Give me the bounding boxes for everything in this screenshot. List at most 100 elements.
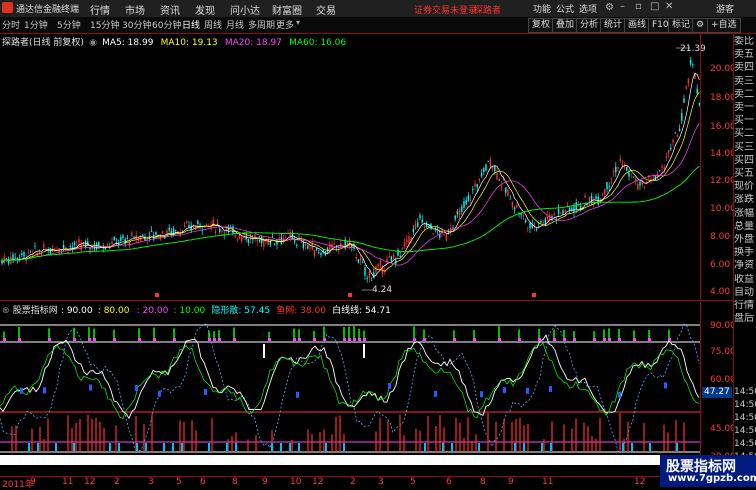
- ind-y-tick: 75.00: [710, 347, 736, 357]
- menu-zixun[interactable]: 资讯: [160, 2, 180, 17]
- candle-body: [241, 236, 243, 242]
- guest-user[interactable]: 游客: [716, 2, 734, 15]
- candle-body: [205, 224, 208, 226]
- top-magenta-dot: [73, 338, 76, 341]
- menu-gongneng[interactable]: 功能: [533, 2, 551, 15]
- ma60-value: MA60: 16.06: [289, 38, 347, 48]
- candle-body: [489, 159, 492, 168]
- fuquan-button[interactable]: 复权: [528, 18, 555, 33]
- y-tick: 18.00: [710, 93, 736, 103]
- candle-body: [40, 253, 43, 256]
- top-magenta-dot: [668, 338, 671, 341]
- candle-body: [678, 128, 681, 132]
- quote-item: 换手: [734, 247, 754, 259]
- maximize-icon[interactable]: ▫: [635, 1, 642, 12]
- indicator-chart[interactable]: [0, 302, 700, 476]
- candle-body: [392, 254, 395, 258]
- candle-body: [366, 278, 368, 279]
- candle-body: [412, 228, 415, 233]
- restore-icon[interactable]: □: [650, 1, 659, 12]
- period-monthly[interactable]: 月线: [226, 18, 244, 31]
- date-tick: 11: [62, 477, 74, 487]
- candle-body: [29, 251, 32, 253]
- menu-hangqing[interactable]: 行情: [90, 2, 110, 17]
- period-more[interactable]: 更多: [276, 18, 294, 31]
- candle-body: [509, 198, 511, 200]
- candle-body: [439, 234, 441, 238]
- quote-item[interactable]: 盘后: [734, 313, 756, 325]
- add-watchlist-button[interactable]: +自选: [707, 18, 741, 33]
- candle-body: [401, 248, 404, 250]
- candle-body: [69, 246, 71, 248]
- period-15min[interactable]: 15分钟: [90, 18, 119, 31]
- quote-item: 买一: [734, 115, 754, 127]
- minimize-icon[interactable]: –: [620, 1, 625, 12]
- indicator-close-icon[interactable]: ⊗: [2, 306, 10, 316]
- settings-icon[interactable]: ⚙: [605, 2, 614, 13]
- y-tick: 12.00: [710, 176, 736, 186]
- level-90: : 90.00: [60, 306, 93, 316]
- cyan-bar: [172, 443, 174, 451]
- candle-body: [511, 201, 514, 208]
- quote-item[interactable]: 行情: [734, 300, 756, 312]
- top-magenta-dot: [88, 338, 91, 341]
- period-weekly[interactable]: 周线: [204, 18, 222, 31]
- top-magenta-dot: [603, 338, 606, 341]
- candle-body: [111, 241, 113, 244]
- menu-wenxiaoda[interactable]: 问小达: [230, 2, 260, 17]
- tongji-button[interactable]: 统计: [600, 18, 627, 33]
- main-chart-area[interactable]: 探路者(日线 前复权) ◉ MA5: 18.99 MA10: 19.13 MA2…: [0, 34, 706, 300]
- candle-body: [377, 264, 379, 267]
- kline-chart[interactable]: [0, 34, 700, 300]
- cyan-bar: [55, 443, 57, 451]
- tick-time: 14:50: [734, 400, 756, 410]
- info-icon[interactable]: ◉: [89, 38, 97, 48]
- diejia-button[interactable]: 叠加: [552, 18, 579, 33]
- period-30min[interactable]: 30分钟: [122, 18, 151, 31]
- menu-faxian[interactable]: 发现: [195, 2, 215, 17]
- indicator-y-axis: 90.00 75.00 60.00 45.00 30.00 47.27: [700, 302, 736, 476]
- candle-body: [672, 139, 674, 143]
- period-fenshi[interactable]: 分时: [2, 18, 20, 31]
- huaxian-button[interactable]: 画线: [624, 18, 651, 33]
- top-magenta-dot: [313, 338, 316, 341]
- indicator-name: 股票指标网: [12, 306, 58, 316]
- candle-body: [161, 231, 164, 234]
- menu-xuanxiang[interactable]: 选项: [579, 2, 597, 15]
- settings-small-icon[interactable]: ⚙: [692, 18, 709, 33]
- login-warning[interactable]: 证券交易未登录: [414, 3, 477, 16]
- blue-marker: [664, 382, 667, 389]
- menu-bar: 通达信金融终端 行情 市场 资讯 发现 问小达 财富圈 交易 证券交易未登录 探…: [0, 0, 756, 18]
- candle-body: [359, 257, 362, 261]
- period-1min[interactable]: 1分钟: [24, 18, 48, 31]
- date-tick: 12: [634, 477, 646, 487]
- candle-body: [397, 249, 399, 256]
- period-5min[interactable]: 5分钟: [57, 18, 81, 31]
- close-icon[interactable]: ✕: [665, 1, 673, 12]
- menu-gongshi[interactable]: 公式: [556, 2, 574, 15]
- candle-body: [553, 213, 555, 216]
- period-multi[interactable]: 多周期: [248, 18, 275, 31]
- ma20-value: MA20: 18.97: [224, 38, 282, 48]
- date-axis: 2011年 9 11 12 2 3 5 6 8 9 10 12 2 3 5 6 8 9 11 12: [0, 476, 733, 490]
- candle-body: [309, 247, 311, 249]
- period-daily[interactable]: 日线: [182, 18, 200, 31]
- menu-caifuquan[interactable]: 财富圈: [272, 2, 302, 17]
- candle-body: [368, 271, 371, 278]
- menu-shichang[interactable]: 市场: [125, 2, 145, 17]
- candle-body: [610, 181, 613, 183]
- menu-jiaoyi[interactable]: 交易: [316, 2, 336, 17]
- period-60min[interactable]: 60分钟: [152, 18, 181, 31]
- candle-body: [417, 222, 419, 227]
- top-magenta-dot: [518, 338, 521, 341]
- chevron-down-icon[interactable]: ▾: [296, 18, 300, 27]
- quote-item[interactable]: 自动: [734, 287, 756, 299]
- candle-body: [663, 167, 665, 169]
- candle-body: [469, 199, 472, 201]
- candle-body: [612, 171, 615, 173]
- candle-body: [197, 220, 199, 224]
- indicator-area[interactable]: ⊗ 股票指标网 : 90.00 : 80.00 : 20.00 : 10.00 …: [0, 302, 700, 476]
- fenxi-button[interactable]: 分析: [576, 18, 603, 33]
- top-magenta-dot: [268, 338, 271, 341]
- biaoji-button[interactable]: 标记: [668, 18, 695, 33]
